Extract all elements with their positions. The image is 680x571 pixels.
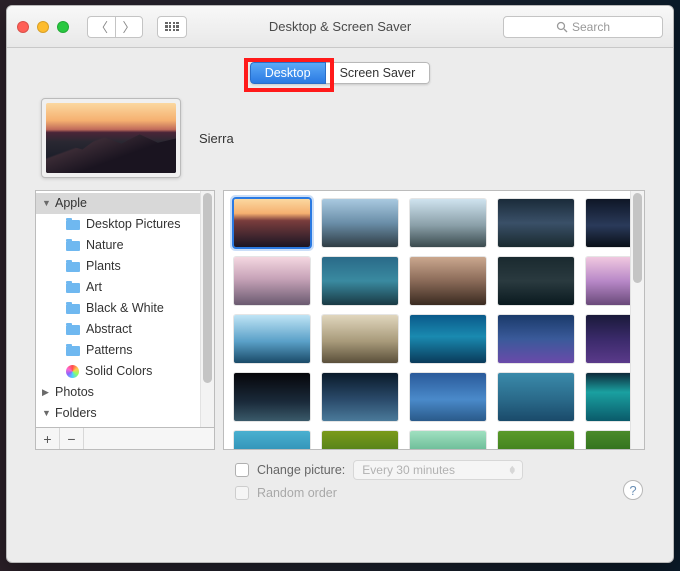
disclosure-triangle-icon: ▼ [42,405,52,422]
minimize-window-button[interactable] [37,21,49,33]
add-source-button[interactable]: + [36,428,60,449]
preview-row: Sierra [35,94,645,190]
prefs-window: 〈 〉 Desktop & Screen Saver Search Deskto… [6,5,674,563]
tree-item-pictures[interactable]: Pictures [36,424,214,428]
show-all-button[interactable] [157,16,187,38]
wallpaper-thumbnail[interactable] [322,431,398,450]
tree-item-solid-colors[interactable]: Solid Colors [36,361,214,382]
wallpaper-thumbnail[interactable] [410,199,486,247]
tab-desktop[interactable]: Desktop [250,62,326,84]
tree-group-apple[interactable]: ▼Apple [36,193,214,214]
tree-group-folders[interactable]: ▼Folders [36,403,214,424]
wallpaper-thumbnail[interactable] [322,257,398,305]
content-area: Desktop Screen Saver Sierra ▼Apple Deskt… [7,48,673,562]
thumbnail-grid [223,190,645,450]
wallpaper-thumbnail[interactable] [498,199,574,247]
folder-icon [66,220,80,230]
folder-icon [66,304,80,314]
source-edit-bar: + − [35,428,215,450]
disclosure-triangle-icon: ▶ [42,384,52,401]
wallpaper-thumbnail[interactable] [234,315,310,363]
search-field[interactable]: Search [503,16,663,38]
close-window-button[interactable] [17,21,29,33]
tab-group: Desktop Screen Saver [35,48,645,94]
sidebar-column: ▼Apple Desktop PicturesNaturePlantsArtBl… [35,190,215,450]
folder-icon [66,283,80,293]
tree-item[interactable]: Art [36,277,214,298]
traffic-lights [17,21,69,33]
color-wheel-icon [66,365,79,378]
wallpaper-thumbnail[interactable] [322,315,398,363]
wallpaper-thumbnail[interactable] [234,373,310,421]
tree-item[interactable]: Abstract [36,319,214,340]
sidebar-scrollbar[interactable] [200,191,214,427]
grid-scrollbar[interactable] [630,191,644,449]
nav-buttons: 〈 〉 [87,16,143,38]
remove-source-button[interactable]: − [60,428,84,449]
folder-icon [66,325,80,335]
random-order-checkbox[interactable] [235,486,249,500]
wallpaper-thumbnail[interactable] [498,431,574,450]
wallpaper-thumbnail[interactable] [234,257,310,305]
wallpaper-thumbnail[interactable] [410,257,486,305]
wallpaper-thumbnail[interactable] [234,431,310,450]
titlebar: 〈 〉 Desktop & Screen Saver Search [7,6,673,48]
change-picture-checkbox[interactable] [235,463,249,477]
change-picture-label: Change picture: [257,463,345,477]
split-view: ▼Apple Desktop PicturesNaturePlantsArtBl… [35,190,645,450]
back-button[interactable]: 〈 [87,16,115,38]
search-placeholder: Search [572,20,610,34]
footer-options: Change picture: Every 30 minutes Random … [35,450,645,500]
folder-icon [66,241,80,251]
wallpaper-thumbnail[interactable] [498,257,574,305]
tree-item[interactable]: Patterns [36,340,214,361]
window-title: Desktop & Screen Saver [269,19,411,34]
wallpaper-thumbnail[interactable] [234,199,310,247]
wallpaper-thumbnail[interactable] [498,315,574,363]
wallpaper-name: Sierra [199,131,234,146]
wallpaper-thumbnail[interactable] [322,373,398,421]
maximize-window-button[interactable] [57,21,69,33]
wallpaper-thumbnail[interactable] [322,199,398,247]
tree-item[interactable]: Black & White [36,298,214,319]
interval-popup[interactable]: Every 30 minutes [353,460,523,480]
random-order-label: Random order [257,486,337,500]
tree-item[interactable]: Nature [36,235,214,256]
wallpaper-thumbnail[interactable] [410,431,486,450]
wallpaper-thumbnail[interactable] [410,315,486,363]
wallpaper-thumbnail[interactable] [498,373,574,421]
forward-button[interactable]: 〉 [115,16,143,38]
source-tree[interactable]: ▼Apple Desktop PicturesNaturePlantsArtBl… [35,190,215,428]
help-button[interactable]: ? [623,480,643,500]
current-wallpaper-preview [41,98,181,178]
tree-group-photos[interactable]: ▶Photos [36,382,214,403]
tab-screensaver[interactable]: Screen Saver [326,62,431,84]
folder-icon [66,346,80,356]
folder-icon [66,262,80,272]
search-icon [556,21,568,33]
wallpaper-thumbnail[interactable] [410,373,486,421]
tree-item[interactable]: Plants [36,256,214,277]
disclosure-triangle-icon: ▼ [42,195,52,212]
tree-item[interactable]: Desktop Pictures [36,214,214,235]
